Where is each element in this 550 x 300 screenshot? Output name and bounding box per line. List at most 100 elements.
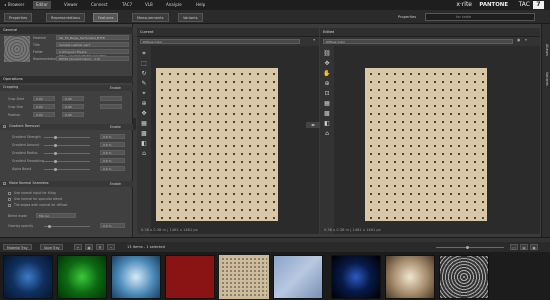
crop-start-x[interactable]: 0.00 [33,96,55,101]
thumbnail-red-solid[interactable] [165,255,215,299]
fit-tool-icon[interactable]: ⊡ [323,90,331,98]
menu-vlb[interactable]: VLB [145,2,153,7]
thumbnail-tan-glow[interactable] [385,255,435,299]
alpha-boost-slider[interactable] [44,168,90,171]
current-shader-dropdown-icon[interactable]: ▾ [313,38,315,43]
cropping-header[interactable]: Cropping Enable [0,85,133,91]
link-tool-icon[interactable]: ⛓ [323,50,331,58]
representations-select[interactable]: DEMO (SmartX Demo - 1.0) [56,56,129,61]
current-texture-preview[interactable] [156,68,278,221]
aliases-tab[interactable]: Aliases [544,44,549,56]
crop-size-x[interactable]: 0.00 [33,104,55,109]
operations-section-header[interactable]: Operations [0,76,133,83]
tab-representations[interactable]: Representations [46,13,86,22]
position-y[interactable]: 0.00 [62,112,84,117]
variants-tab[interactable]: Variants [544,72,549,86]
title-field[interactable]: Sample Leather perf [56,42,129,47]
checker-tool-icon[interactable]: ▩ [323,110,331,118]
tab-measurements[interactable]: Measurements [132,13,169,22]
menu-browser[interactable]: ◂ Browser [4,2,24,7]
gradient-amount-value[interactable]: 0.0 % [100,142,125,147]
list-view-icon[interactable]: ☰ [96,244,104,250]
menu-analyze[interactable]: Analyze [166,2,182,7]
blend-mode-select[interactable]: Mix Go [36,213,76,218]
thumbnail-blue-glow[interactable] [3,255,53,299]
view-option-3-icon[interactable]: ▦ [530,244,538,250]
select-tool-icon[interactable]: ⬚ [140,60,148,68]
thumbnail-size-slider[interactable] [436,246,504,249]
crop-extra-1[interactable] [100,96,122,101]
zoom-tool-icon[interactable]: ⊕ [140,100,148,108]
gradient-removal-header[interactable]: Gradient Removal Enable [0,124,133,130]
overlay-opacity-slider[interactable] [44,225,90,228]
panel-collapse-handle[interactable] [133,118,136,130]
gradient-strength-slider[interactable] [44,136,90,139]
eyedropper-tool-icon[interactable]: ⌖ [140,90,148,98]
grid-tool-icon[interactable]: ▦ [323,100,331,108]
general-section-header[interactable]: General [0,27,133,34]
gradient-strength-value[interactable]: 0.0 % [100,134,125,139]
position-x[interactable]: 0.00 [33,112,55,117]
thumbnail-sky-glow[interactable] [111,255,161,299]
gradient-radius-value[interactable]: 0.0 % [100,150,125,155]
crop-extra-2[interactable] [100,104,122,109]
save-tray-button[interactable]: Save Tray [40,244,64,250]
current-shader-select[interactable]: Diffuse Color [140,39,300,44]
add-icon[interactable]: + [74,244,82,250]
menu-editor[interactable]: Editor [33,1,51,9]
menu-viewer[interactable]: Viewer [64,2,78,7]
checker-tool-icon[interactable]: ▩ [140,130,148,138]
compare-tool-icon[interactable]: ◧ [140,140,148,148]
edited-viewport[interactable]: ⛓ ✥ ✋ ⊕ ⊡ ▦ ▩ ◧ ⌂ 0.38 x 0.38 m | 1461 x… [320,46,540,234]
home-tool-icon[interactable]: ⌂ [140,150,148,158]
brush-tool-icon[interactable]: ✎ [140,80,148,88]
gradient-removal-checkbox[interactable] [3,125,6,128]
option-2-checkbox[interactable] [8,198,11,201]
crop-start-y[interactable]: 0.00 [62,96,84,101]
hand-tool-icon[interactable]: ✋ [323,70,331,78]
tab-variants[interactable]: Variants [178,13,203,22]
move-tool-icon[interactable]: ✥ [140,110,148,118]
thumbnail-swirl-pattern[interactable] [439,255,489,299]
menu-tac7[interactable]: TAC7 [122,2,132,7]
tab-properties[interactable]: Properties [4,13,33,22]
view-option-1-icon[interactable]: ▢ [510,244,518,250]
gradient-smoothing-slider[interactable] [44,160,90,163]
grid-view-icon[interactable]: ▦ [85,244,93,250]
edited-texture-preview[interactable] [365,68,487,221]
rotate-tool-icon[interactable]: ↻ [140,70,148,78]
crop-tool-icon[interactable]: ⌗ [140,50,148,58]
menu-connect[interactable]: Connect [91,2,108,7]
option-1-checkbox[interactable] [8,192,11,195]
menu-icon[interactable]: ▾ [525,38,527,43]
menu-help[interactable]: Help [196,2,205,7]
normal-seamless-header[interactable]: Make Normal Seamless Enable [0,181,133,187]
compare-tool-icon[interactable]: ◧ [323,120,331,128]
overlay-opacity-value[interactable]: 0.0 % [100,223,125,228]
material-tray-button[interactable]: Material Tray [3,244,32,250]
search-input[interactable]: for table [425,13,535,21]
thumbnail-dark-blue-glow[interactable] [331,255,381,299]
edited-shader-select[interactable]: Diffuse Color [323,39,513,44]
view-option-2-icon[interactable]: ▤ [520,244,528,250]
option-3-checkbox[interactable] [8,204,11,207]
gradient-smoothing-value[interactable]: 0.0 % [100,158,125,163]
folder-field[interactable]: C:\Program Files\X-Rite\...\ios\Data\Ext… [56,49,129,58]
crop-size-y[interactable]: 0.00 [62,104,84,109]
lock-icon[interactable]: ▣ [517,38,520,43]
grid-tool-icon[interactable]: ▦ [140,120,148,128]
thumbnail-blue-texture[interactable] [273,255,323,299]
zoom-tool-icon[interactable]: ⊕ [323,80,331,88]
gradient-amount-slider[interactable] [44,144,90,147]
current-viewport[interactable]: ⌗ ⬚ ↻ ✎ ⌖ ⊕ ✥ ▦ ▩ ◧ ⌂ 0.38 x 0.38 m | 14… [137,46,319,234]
move-tool-icon[interactable]: ✥ [323,60,331,68]
material-field[interactable]: SD_FR_Beige_Perforated_BTFR [56,35,129,40]
remove-icon[interactable]: − [107,244,115,250]
thumbnail-green-glow[interactable] [57,255,107,299]
alpha-boost-value[interactable]: 0.0 % [100,166,125,171]
gradient-radius-slider[interactable] [44,152,90,155]
sync-arrows-icon[interactable]: ◂▸ [306,122,320,128]
home-tool-icon[interactable]: ⌂ [323,130,331,138]
tab-features[interactable]: Features [93,13,119,22]
normal-seamless-checkbox[interactable] [3,182,6,185]
